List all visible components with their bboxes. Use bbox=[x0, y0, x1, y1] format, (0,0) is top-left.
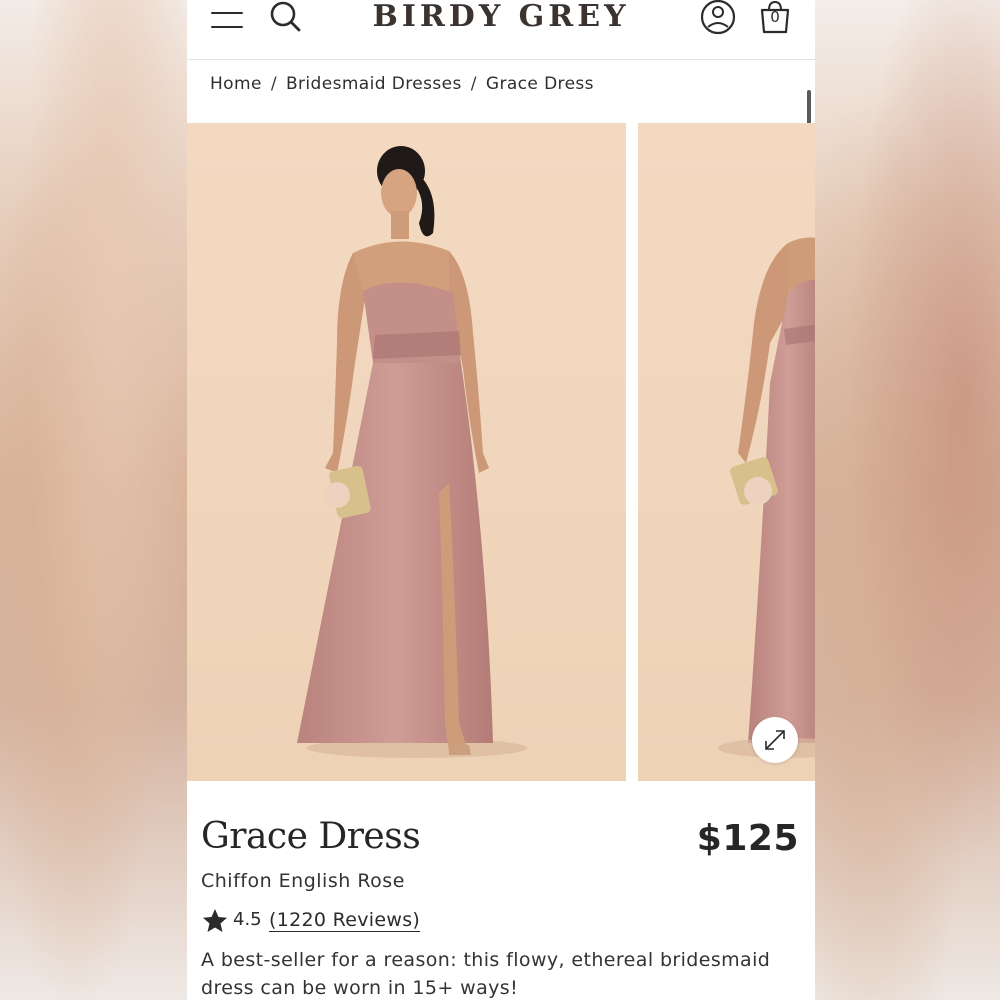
screenshot-stage: BIRDY GREY 0 Home / Bridesmaid Dresses / Gra… bbox=[0, 0, 1000, 1000]
product-color-name: Chiffon English Rose bbox=[201, 870, 405, 892]
breadcrumb-separator: / bbox=[470, 74, 477, 94]
product-image-front[interactable] bbox=[187, 123, 626, 781]
breadcrumb-separator: / bbox=[270, 74, 277, 94]
product-title: Grace Dress bbox=[201, 816, 421, 857]
expand-image-button[interactable] bbox=[752, 717, 798, 763]
breadcrumb-bridesmaid-dresses[interactable]: Bridesmaid Dresses bbox=[286, 74, 462, 94]
rating-value: 4.5 bbox=[233, 909, 262, 930]
cart-count: 0 bbox=[770, 8, 780, 26]
site-header: BIRDY GREY 0 bbox=[187, 0, 815, 60]
mobile-page: BIRDY GREY 0 Home / Bridesmaid Dresses / Gra… bbox=[187, 0, 815, 1000]
star-icon bbox=[203, 909, 227, 932]
product-price: $125 bbox=[696, 818, 799, 859]
blurred-background-left bbox=[0, 0, 187, 1000]
account-icon[interactable] bbox=[699, 0, 737, 38]
breadcrumb-home[interactable]: Home bbox=[210, 74, 262, 94]
expand-arrows-icon bbox=[765, 730, 785, 750]
breadcrumb-current-page: Grace Dress bbox=[485, 74, 594, 94]
product-image-side[interactable] bbox=[638, 123, 815, 781]
product-description: A best-seller for a reason: this flowy, … bbox=[201, 949, 771, 999]
blurred-background-right bbox=[815, 0, 1000, 1000]
cart-icon[interactable]: 0 bbox=[757, 0, 793, 38]
breadcrumb: Home / Bridesmaid Dresses / Grace Dress bbox=[210, 74, 594, 94]
reviews-link[interactable]: (1220 Reviews) bbox=[269, 909, 420, 931]
